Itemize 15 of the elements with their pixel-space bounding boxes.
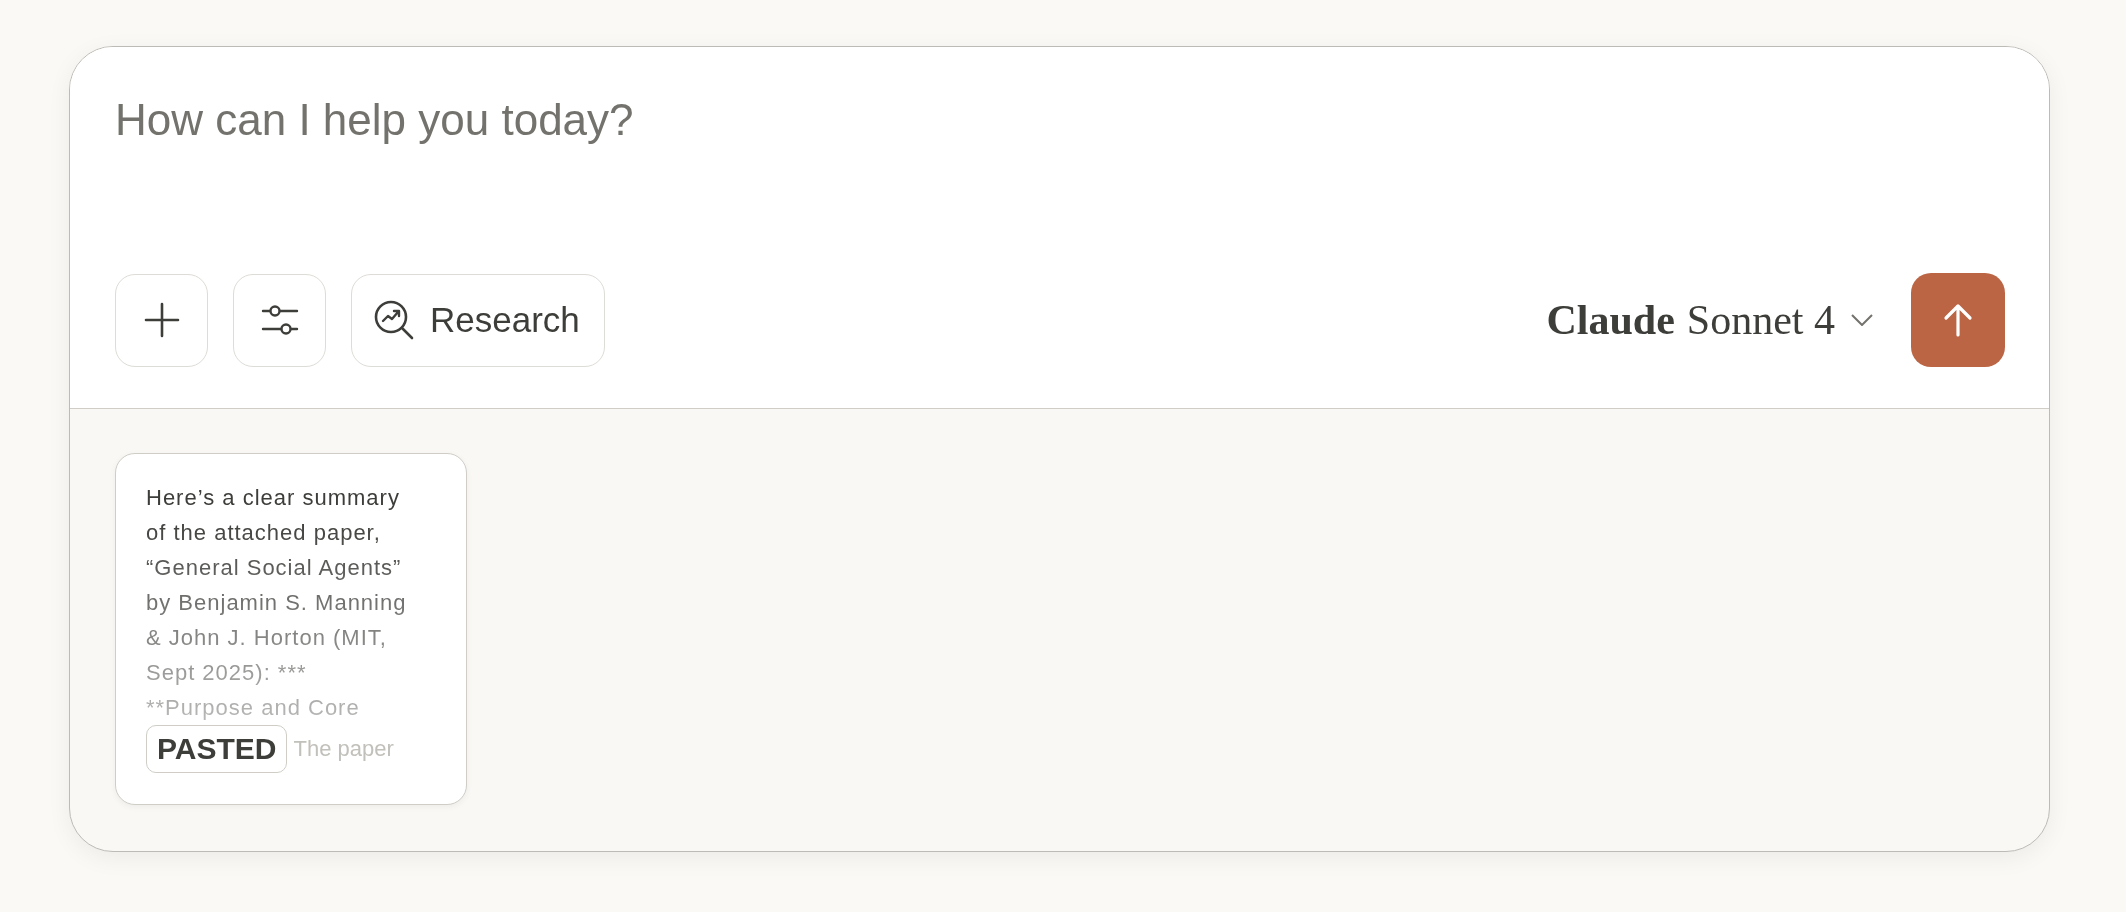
- arrow-up-icon: [1943, 303, 1973, 337]
- message-input[interactable]: How can I help you today?: [115, 95, 2005, 245]
- search-trend-icon: [374, 300, 414, 340]
- preview-text: The paper: [293, 736, 394, 762]
- sliders-icon: [260, 302, 299, 338]
- chevron-down-icon: [1851, 314, 1873, 326]
- model-selector[interactable]: Claude Sonnet 4: [1546, 296, 1873, 344]
- send-button[interactable]: [1911, 273, 2005, 367]
- preview-text: Here’s a clear summary of the attached paper, “General Social Agents” by Benjamin S. Manning & John J. Horton (MIT, Sept 2025): *** **Purpose and Core: [146, 484, 408, 722]
- plus-icon: [143, 302, 180, 338]
- pasted-badge: PASTED: [146, 725, 288, 773]
- pasted-attachment[interactable]: Here’s a clear summary of the attached paper, “General Social Agents” by Benjamin S. Manning & John J. Horton (MIT, Sept 2025): *** **Purpose and Core PASTED The paper: [115, 453, 467, 805]
- message-composer[interactable]: How can I help you today? Research Claude Sonnet 4: [70, 47, 2049, 409]
- research-button[interactable]: Research: [351, 273, 605, 367]
- tools-button[interactable]: [233, 273, 326, 367]
